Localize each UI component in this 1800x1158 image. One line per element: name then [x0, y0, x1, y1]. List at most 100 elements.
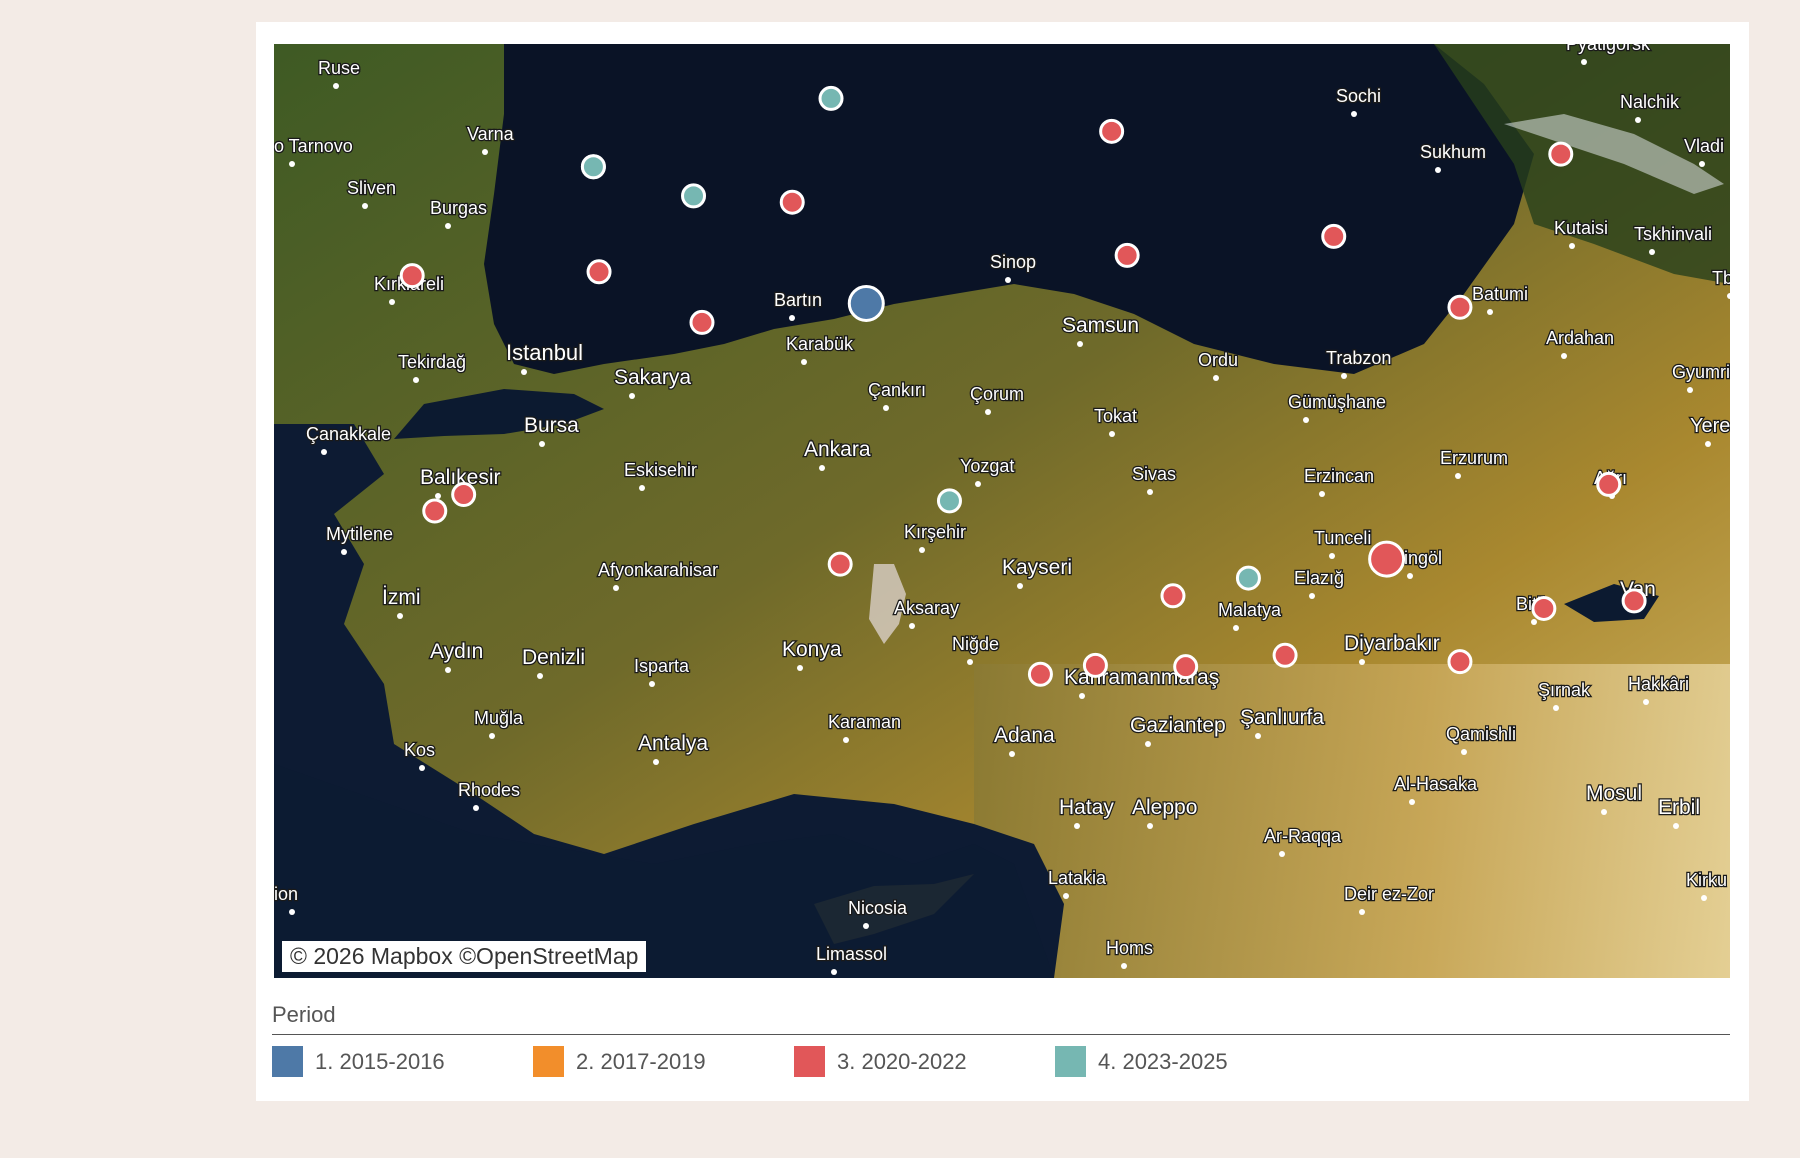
period-marker[interactable] [399, 263, 425, 289]
place-label: Pyatigorsk [1566, 44, 1651, 54]
place-dot [489, 733, 495, 739]
place-dot [362, 203, 368, 209]
place-label: Tskhinvali [1634, 224, 1712, 244]
period-marker[interactable] [689, 309, 715, 335]
place-label: Hatay [1059, 796, 1114, 819]
place-label: Vladi [1684, 136, 1724, 156]
satellite-map[interactable]: RuseVarnao TarnovoSlivenBurgasKırklareli… [274, 44, 1730, 978]
place-label: Latakia [1048, 868, 1107, 888]
place-dot [1077, 341, 1083, 347]
place-dot [819, 465, 825, 471]
place-dot [1601, 809, 1607, 815]
place-dot [537, 673, 543, 679]
place-dot [1487, 309, 1493, 315]
legend-divider [272, 1034, 1730, 1035]
place-label: Şanlıurfa [1240, 706, 1324, 729]
place-label: Gyumri [1672, 362, 1730, 382]
legend-swatch [794, 1046, 825, 1077]
legend-item-2015-2016[interactable]: 1. 2015-2016 [272, 1046, 533, 1077]
period-marker[interactable] [827, 551, 853, 577]
map-attribution[interactable]: © 2026 Mapbox ©OpenStreetMap [282, 941, 647, 972]
period-marker[interactable] [1027, 661, 1053, 687]
place-dot [653, 759, 659, 765]
place-dot [321, 449, 327, 455]
place-label: Sakarya [614, 366, 691, 389]
period-marker[interactable] [1548, 141, 1574, 167]
place-label: Tunceli [1314, 528, 1371, 548]
place-label: Tokat [1094, 406, 1137, 426]
place-dot [1569, 243, 1575, 249]
legend-label: 3. 2020-2022 [837, 1048, 967, 1074]
period-marker[interactable] [779, 189, 805, 215]
period-marker[interactable] [1099, 118, 1125, 144]
place-label: Elazığ [1294, 568, 1344, 588]
period-marker[interactable] [1114, 242, 1140, 268]
place-dot [985, 409, 991, 415]
place-label: Sliven [347, 178, 396, 198]
place-label: Nicosia [848, 898, 908, 918]
period-marker[interactable] [681, 183, 707, 209]
place-dot [1279, 851, 1285, 857]
legend-item-2020-2022[interactable]: 3. 2020-2022 [794, 1046, 1055, 1077]
map-canvas[interactable]: RuseVarnao TarnovoSlivenBurgasKırklareli… [274, 44, 1730, 978]
place-label: İzmi [382, 586, 421, 609]
period-marker[interactable] [1531, 595, 1557, 621]
legend-item-2023-2025[interactable]: 4. 2023-2025 [1055, 1046, 1316, 1077]
place-dot [1074, 823, 1080, 829]
place-label: Kayseri [1002, 556, 1072, 579]
place-dot [1407, 573, 1413, 579]
place-dot [341, 549, 347, 555]
period-marker[interactable] [1621, 588, 1647, 614]
place-dot [1213, 375, 1219, 381]
period-marker[interactable] [1321, 223, 1347, 249]
legend-label: 2. 2017-2019 [576, 1048, 706, 1074]
legend-item-2017-2019[interactable]: 2. 2017-2019 [533, 1046, 794, 1077]
period-marker[interactable] [847, 284, 885, 322]
place-label: Ruse [318, 58, 360, 78]
place-label: Bursa [524, 414, 579, 437]
place-label: Aksaray [894, 598, 959, 618]
legend-label: 1. 2015-2016 [315, 1048, 445, 1074]
period-marker[interactable] [1235, 565, 1261, 591]
place-dot [909, 623, 915, 629]
place-dot [397, 613, 403, 619]
place-dot [1461, 749, 1467, 755]
period-marker[interactable] [1596, 471, 1622, 497]
period-marker[interactable] [580, 154, 606, 180]
period-marker[interactable] [586, 259, 612, 285]
place-dot [445, 223, 451, 229]
period-marker[interactable] [1173, 654, 1199, 680]
place-dot [1109, 431, 1115, 437]
place-dot [1531, 619, 1537, 625]
place-label: Adana [994, 724, 1055, 747]
place-dot [1673, 823, 1679, 829]
period-marker[interactable] [1447, 649, 1473, 675]
period-marker[interactable] [451, 482, 477, 508]
place-dot [289, 161, 295, 167]
place-dot [1147, 489, 1153, 495]
place-dot [863, 923, 869, 929]
period-marker[interactable] [1272, 642, 1298, 668]
place-label: Sinop [990, 252, 1036, 272]
place-label: Gümüşhane [1288, 392, 1386, 412]
place-label: ion [274, 884, 298, 904]
place-label: Ordu [1198, 350, 1238, 370]
place-dot [419, 765, 425, 771]
place-label: Al-Hasaka [1394, 774, 1478, 794]
place-label: Çanakkale [306, 424, 391, 444]
period-marker[interactable] [818, 85, 844, 111]
place-dot [1233, 625, 1239, 631]
period-marker[interactable] [936, 488, 962, 514]
period-marker[interactable] [1082, 652, 1108, 678]
period-marker[interactable] [422, 498, 448, 524]
period-marker[interactable] [1368, 540, 1406, 578]
place-label: Sukhum [1420, 142, 1486, 162]
place-dot [539, 441, 545, 447]
place-dot [613, 585, 619, 591]
period-marker[interactable] [1160, 583, 1186, 609]
place-label: Hakkâri [1628, 674, 1689, 694]
place-label: Kos [404, 740, 435, 760]
place-label: Kırşehir [904, 522, 966, 542]
place-dot [639, 485, 645, 491]
period-marker[interactable] [1447, 294, 1473, 320]
